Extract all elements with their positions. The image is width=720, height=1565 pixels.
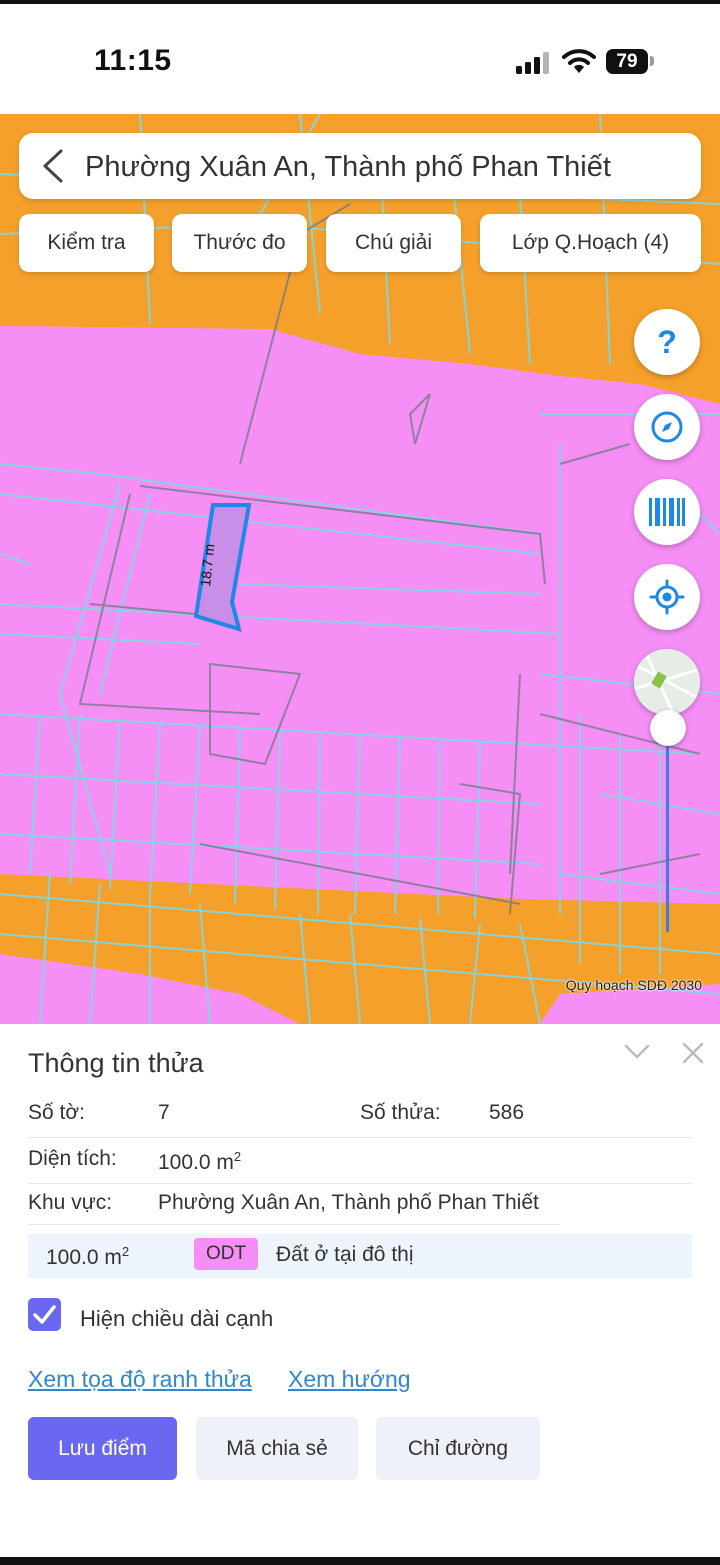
- collapse-chevron-icon[interactable]: [624, 1044, 650, 1060]
- cellular-signal-icon: [516, 52, 550, 74]
- sheet-title: Thông tin thửa: [28, 1048, 204, 1078]
- checkmark-icon: [33, 1305, 56, 1324]
- show-edge-length-label[interactable]: Hiện chiều dài cạnh: [80, 1306, 273, 1332]
- land-use-area-exponent: 2: [121, 1244, 130, 1259]
- land-use-area: 100.0 m2: [46, 1244, 129, 1270]
- wifi-icon: [562, 49, 596, 73]
- residential-zone-main: [0, 326, 720, 904]
- bottom-edge: [0, 1557, 720, 1565]
- area-label: Diện tích:: [28, 1147, 117, 1170]
- barcode-scan-button[interactable]: [634, 479, 700, 545]
- my-location-button[interactable]: [634, 564, 700, 630]
- locate-icon: [649, 579, 685, 615]
- area-unit-exponent: 2: [233, 1149, 242, 1164]
- back-chevron-icon[interactable]: [39, 147, 67, 185]
- tool-check-button[interactable]: Kiểm tra: [19, 214, 154, 272]
- compass-icon: [651, 411, 683, 443]
- close-icon[interactable]: [682, 1042, 704, 1064]
- region-value: Phường Xuân An, Thành phố Phan Thiết: [158, 1191, 539, 1214]
- area-value-text: 100.0 m: [158, 1151, 234, 1174]
- land-use-row[interactable]: 100.0 m2 ODT Đất ở tại đô thị: [28, 1234, 692, 1278]
- divider: [28, 1183, 692, 1184]
- divider: [28, 1137, 692, 1138]
- status-time: 11:15: [94, 44, 172, 77]
- view-boundary-coordinates-link[interactable]: Xem tọa độ ranh thửa: [28, 1366, 252, 1393]
- save-point-button[interactable]: Lưu điểm: [28, 1417, 177, 1480]
- parcel-number-label: Số thửa:: [360, 1101, 441, 1124]
- share-code-button[interactable]: Mã chia sẻ: [196, 1417, 358, 1480]
- sheet-number-value: 7: [158, 1101, 170, 1124]
- planning-map[interactable]: 18.7 m Phường Xuân An, Thành phố Phan Th…: [0, 114, 720, 1024]
- divider: [28, 1224, 560, 1225]
- compass-button[interactable]: [634, 394, 700, 460]
- tool-measure-button[interactable]: Thước đo: [172, 214, 307, 272]
- help-icon: ?: [657, 323, 677, 360]
- location-title: Phường Xuân An, Thành phố Phan Thiết: [85, 151, 611, 183]
- map-layer-caption: Quy hoạch SDĐ 2030: [565, 977, 702, 993]
- show-edge-length-checkbox[interactable]: [28, 1298, 61, 1331]
- directions-button[interactable]: Chỉ đường: [376, 1417, 540, 1480]
- land-use-area-text: 100.0 m: [46, 1246, 122, 1269]
- basemap-thumbnail: [634, 649, 700, 715]
- parcel-info-sheet: Thông tin thửa Số tờ: 7 Số thửa: 586 Diệ…: [0, 1024, 720, 1565]
- land-use-code-badge: ODT: [194, 1238, 258, 1270]
- view-direction-link[interactable]: Xem hướng: [288, 1366, 411, 1393]
- zoom-slider-track[interactable]: [666, 726, 669, 932]
- parcel-number-value: 586: [489, 1101, 525, 1124]
- status-bar: 11:15 79: [0, 0, 720, 114]
- help-button[interactable]: ?: [634, 309, 700, 375]
- land-use-description: Đất ở tại đô thị: [276, 1243, 414, 1266]
- tool-planning-layers-button[interactable]: Lớp Q.Hoạch (4): [480, 214, 701, 272]
- battery-tip: [650, 56, 654, 66]
- sheet-number-label: Số tờ:: [28, 1101, 85, 1124]
- location-search-bar[interactable]: Phường Xuân An, Thành phố Phan Thiết: [19, 133, 701, 199]
- area-value: 100.0 m2: [158, 1149, 241, 1175]
- battery-indicator: 79: [606, 49, 648, 74]
- basemap-switch-button[interactable]: [634, 649, 700, 715]
- barcode-icon: [649, 498, 685, 526]
- region-label: Khu vực:: [28, 1191, 113, 1214]
- tool-legend-button[interactable]: Chú giải: [326, 214, 461, 272]
- zoom-slider-handle[interactable]: [650, 710, 686, 746]
